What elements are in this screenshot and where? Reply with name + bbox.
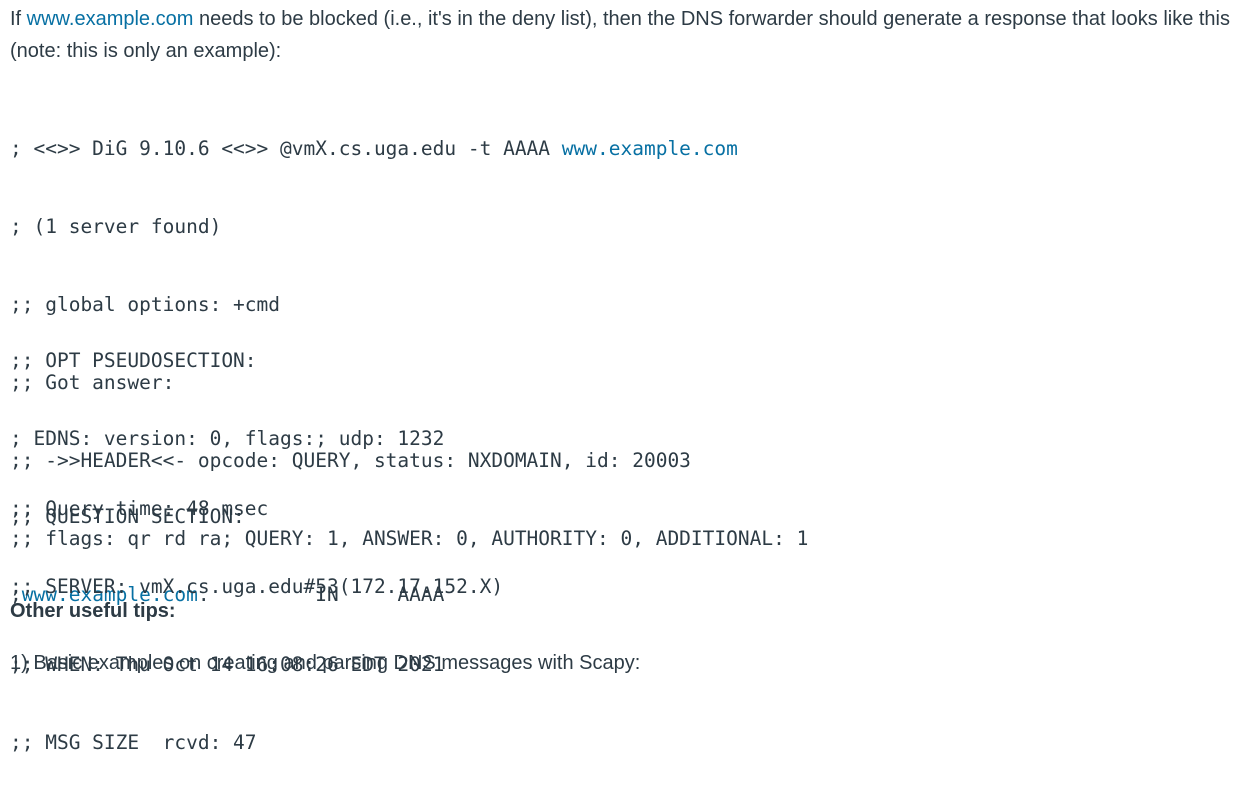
dig-line-2: ; (1 server found) (10, 215, 222, 238)
page-content: If www.example.com needs to be blocked (… (10, 0, 1240, 754)
intro-text-start: If (10, 8, 27, 30)
dig-line-1: ; <<>> DiG 9.10.6 <<>> @vmX.cs.uga.edu -… (10, 133, 808, 165)
intro-text-end: needs to be blocked (i.e., it's in the d… (10, 8, 1231, 62)
dig-line-14: ;; MSG SIZE rcvd: 47 (10, 731, 257, 754)
dig-line-11: ;; Query time: 48 msec (10, 497, 269, 520)
example-com-link[interactable]: www.example.com (27, 8, 194, 30)
dig-line-7: ;; OPT PSEUDOSECTION: (10, 349, 257, 372)
intro-paragraph: If www.example.com needs to be blocked (… (10, 4, 1240, 67)
tip-item-1: 1) Basic examples on creating and parsin… (10, 652, 641, 674)
tips-heading: Other useful tips: (10, 600, 176, 622)
dig-command-text: ; <<>> DiG 9.10.6 <<>> @vmX.cs.uga.edu -… (10, 137, 562, 160)
dig-query-link[interactable]: www.example.com (562, 137, 738, 160)
